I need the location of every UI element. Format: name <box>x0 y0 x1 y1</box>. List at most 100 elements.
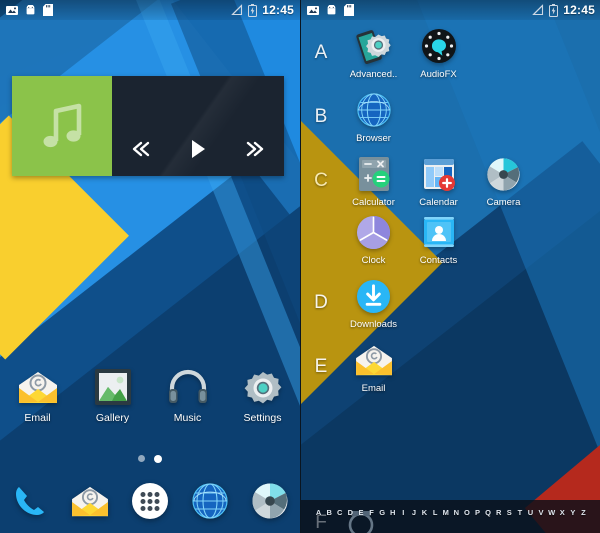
dock-browser[interactable] <box>180 479 240 523</box>
drawer-app-audiofx[interactable]: AudioFX <box>406 26 471 84</box>
drawer-app-camera[interactable]: Camera <box>471 154 536 212</box>
home-app-settings[interactable]: Settings <box>225 366 300 424</box>
scrubber-letter[interactable]: Q <box>483 508 494 517</box>
scrubber-letter[interactable]: N <box>451 508 462 517</box>
home-app-label: Gallery <box>95 412 130 424</box>
scrubber-letter[interactable]: U <box>525 508 536 517</box>
drawer-section-c: C Calculator Calendar Camera Clock Conta… <box>301 150 600 272</box>
drawer-app-label: Advanced.. <box>349 69 398 80</box>
drawer-section-a: A Advanced.. AudioFX <box>301 22 600 86</box>
scrubber-letter[interactable]: V <box>536 508 547 517</box>
scrubber-letter[interactable]: O <box>462 508 473 517</box>
previous-button[interactable] <box>119 132 163 166</box>
scrubber-letter[interactable]: E <box>356 508 367 517</box>
page-dot[interactable] <box>138 455 145 462</box>
scrubber-letter[interactable]: A <box>313 508 324 517</box>
music-note-icon <box>43 103 82 148</box>
scrubber-letter[interactable]: I <box>398 508 409 517</box>
app-drawer-phone: 12:45 A Advanced.. AudioFX B Browser C C… <box>300 0 600 533</box>
drawer-app-label: Clock <box>361 255 386 266</box>
drawer-app-email[interactable]: Email <box>341 340 406 398</box>
drawer-section-d: D Downloads <box>301 272 600 336</box>
status-bar-system-icons: 12:45 <box>532 3 595 17</box>
sd-card-icon <box>344 4 354 16</box>
calculator-icon <box>354 154 394 194</box>
scrubber-letter[interactable]: R <box>493 508 504 517</box>
no-signal-icon <box>532 4 544 16</box>
next-button[interactable] <box>233 132 277 166</box>
home-app-label: Settings <box>243 412 282 424</box>
dock-camera[interactable] <box>240 479 300 523</box>
scrubber-letter[interactable]: C <box>334 508 345 517</box>
sd-card-icon <box>43 4 53 16</box>
section-apps: Email <box>341 340 600 398</box>
scrubber-letter[interactable]: M <box>440 508 451 517</box>
home-dock <box>0 479 300 523</box>
scrubber-letter[interactable]: Y <box>568 508 579 517</box>
globe-icon <box>188 479 232 523</box>
section-header-letter: D <box>314 292 328 313</box>
dock-phone[interactable] <box>0 479 60 523</box>
phone-handset-icon <box>8 479 52 523</box>
headphones-icon <box>167 366 209 408</box>
scrubber-letter[interactable]: J <box>409 508 420 517</box>
app-drawer-list[interactable]: A Advanced.. AudioFX B Browser C Calcula… <box>301 0 600 533</box>
home-app-music[interactable]: Music <box>150 366 225 424</box>
drawer-app-label: Contacts <box>419 255 458 266</box>
battery-charging-icon <box>248 3 258 17</box>
play-button[interactable] <box>176 132 220 166</box>
drawer-app-browser[interactable]: Browser <box>341 90 406 148</box>
scrubber-letter[interactable]: H <box>387 508 398 517</box>
music-player-widget[interactable] <box>12 76 284 176</box>
drawer-app-advanced-settings[interactable]: Advanced.. <box>341 26 406 84</box>
player-controls <box>112 76 284 176</box>
home-app-row: Email Gallery Music Settings <box>0 366 300 424</box>
scrubber-letter[interactable]: B <box>324 508 335 517</box>
status-bar[interactable]: 12:45 <box>301 0 600 20</box>
scrubber-letter[interactable]: G <box>377 508 388 517</box>
android-system-update-icon <box>327 4 336 14</box>
scrubber-letter[interactable]: P <box>472 508 483 517</box>
gallery-notification-icon <box>307 5 319 15</box>
drawer-app-downloads[interactable]: Downloads <box>341 276 406 334</box>
drawer-app-label: AudioFX <box>420 69 457 80</box>
status-bar-notification-icons <box>307 4 354 16</box>
section-apps: Advanced.. AudioFX <box>341 26 600 84</box>
gallery-notification-icon <box>6 5 18 15</box>
home-screen-phone: 12:45 Email Gallery Music Settings <box>0 0 300 533</box>
home-app-email[interactable]: Email <box>0 366 75 424</box>
page-dot-active[interactable] <box>154 455 162 463</box>
advanced-settings-icon <box>354 26 394 66</box>
scrubber-letter[interactable]: F <box>366 508 377 517</box>
page-indicator <box>0 455 300 463</box>
status-bar[interactable]: 12:45 <box>0 0 300 20</box>
status-bar-clock: 12:45 <box>563 3 595 17</box>
battery-charging-icon <box>549 3 559 17</box>
scrubber-letter[interactable]: S <box>504 508 515 517</box>
section-header-letter: C <box>314 170 328 191</box>
drawer-app-contacts[interactable]: Contacts <box>406 212 471 270</box>
scrubber-letter[interactable]: Z <box>578 508 589 517</box>
alphabet-scrubber[interactable]: A B C D E F G H I J K L M N O P Q R S T … <box>301 504 600 520</box>
home-app-label: Email <box>24 412 51 424</box>
no-signal-icon <box>231 4 243 16</box>
dock-app-drawer[interactable] <box>120 479 180 523</box>
dual-screenshot-container: 12:45 Email Gallery Music Settings 12:45… <box>0 0 600 533</box>
scrubber-letter[interactable]: T <box>515 508 526 517</box>
drawer-app-label: Email <box>361 383 386 394</box>
gear-icon <box>242 366 284 408</box>
scrubber-letter[interactable]: L <box>430 508 441 517</box>
scrubber-letter[interactable]: X <box>557 508 568 517</box>
fast-forward-icon <box>247 141 264 157</box>
dock-email[interactable] <box>60 479 120 523</box>
drawer-app-calendar[interactable]: Calendar <box>406 154 471 212</box>
drawer-app-clock[interactable]: Clock <box>341 212 406 270</box>
scrubber-letter[interactable]: W <box>546 508 557 517</box>
gallery-photo-icon <box>92 366 134 408</box>
camera-shutter-icon <box>484 154 524 194</box>
album-art[interactable] <box>12 76 112 176</box>
home-app-gallery[interactable]: Gallery <box>75 366 150 424</box>
scrubber-letter[interactable]: D <box>345 508 356 517</box>
scrubber-letter[interactable]: K <box>419 508 430 517</box>
drawer-app-calculator[interactable]: Calculator <box>341 154 406 212</box>
